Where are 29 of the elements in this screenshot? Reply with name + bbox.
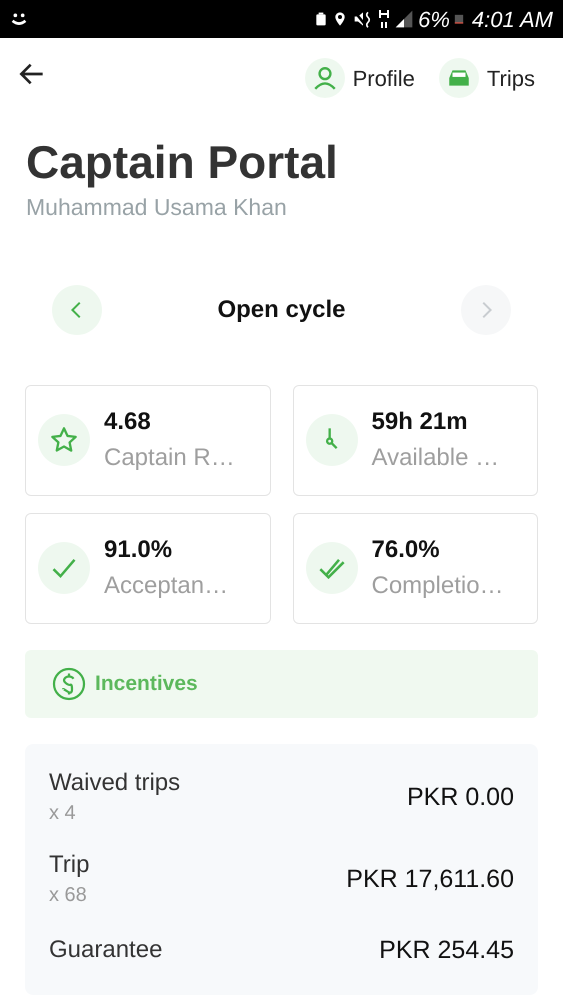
nav-link[interactable]: Trips bbox=[438, 58, 535, 98]
incentive-amount: PKR 0.00 bbox=[406, 782, 514, 813]
person-icon bbox=[312, 65, 338, 91]
stat-label: Captain R… bbox=[104, 443, 235, 474]
stat-label: Acceptan… bbox=[104, 571, 228, 602]
incentives-title: Incentives bbox=[95, 670, 198, 697]
battery-percent: 6% bbox=[418, 6, 450, 34]
signal-icon bbox=[394, 9, 414, 29]
cycle-label: Open cycle bbox=[217, 294, 346, 325]
incentive-count: x 68 bbox=[49, 882, 88, 908]
stat-value: 4.68 bbox=[104, 407, 152, 438]
star-icon bbox=[50, 426, 78, 454]
stat-label: Completio… bbox=[372, 571, 504, 602]
network-type-icon bbox=[378, 9, 390, 29]
stat-value: 76.0% bbox=[372, 535, 441, 566]
dollar-icon bbox=[51, 666, 87, 702]
stat-value: 59h 21m bbox=[372, 407, 469, 438]
incentive-label: Guarantee bbox=[49, 935, 162, 966]
incentive-label: Trip bbox=[49, 850, 90, 880]
incentive-label: Waived trips bbox=[49, 768, 180, 798]
captain-name: Muhammad Usama Khan bbox=[26, 193, 288, 222]
clock: 4:01 AM bbox=[472, 6, 553, 34]
stat-value: 91.0% bbox=[104, 535, 174, 566]
incentive-amount: PKR 17,611.60 bbox=[346, 864, 514, 895]
page-title: Captain Portal bbox=[26, 135, 339, 190]
nav-link[interactable]: Profile bbox=[304, 58, 415, 98]
stat-label: Available … bbox=[372, 443, 500, 474]
incentive-amount: PKR 254.45 bbox=[379, 934, 514, 966]
incentive-count: x 4 bbox=[49, 800, 77, 826]
